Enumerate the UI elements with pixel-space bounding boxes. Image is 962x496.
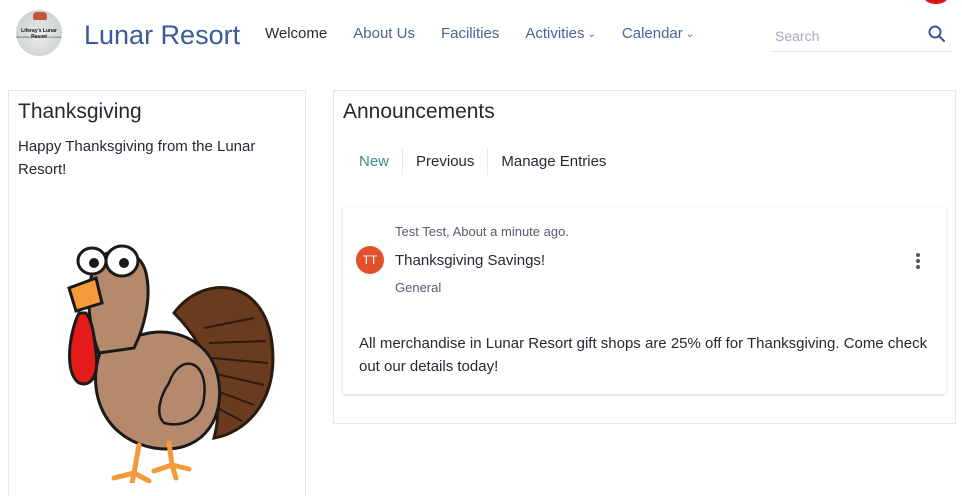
site-logo[interactable]: Liferay's Lunar Resort Everything's bett… (16, 10, 62, 56)
avatar[interactable]: TT (356, 246, 384, 274)
entry-body: All merchandise in Lunar Resort gift sho… (359, 335, 928, 375)
search-icon[interactable] (927, 24, 947, 44)
card-message: Happy Thanksgiving from the Lunar Resort… (18, 138, 256, 178)
search-bar (771, 20, 952, 52)
site-name[interactable]: Lunar Resort (84, 17, 240, 53)
logo-tagline: Everything's better with no gravity (16, 35, 62, 39)
entry-category: General (395, 280, 442, 295)
nav-item-activities[interactable]: Activities ⌄ (512, 21, 609, 47)
nav-item-welcome[interactable]: Welcome (252, 21, 340, 47)
announcement-tabs: New Previous Manage Entries (346, 149, 619, 175)
card-title: Thanksgiving (18, 100, 142, 123)
more-vertical-icon[interactable] (910, 252, 926, 272)
nav-item-label: Activities (525, 25, 585, 42)
announcement-entry: TT Test Test, About a minute ago. Thanks… (343, 207, 946, 394)
search-input[interactable] (775, 24, 921, 48)
nav-item-about-us[interactable]: About Us (340, 21, 428, 47)
entry-title[interactable]: Thanksgiving Savings! (395, 252, 545, 269)
nav-item-label: Welcome (265, 25, 328, 42)
tab-new[interactable]: New (346, 149, 404, 175)
chevron-down-icon: ⌄ (685, 29, 695, 40)
turkey-illustration (67, 244, 275, 483)
nav-item-label: Calendar (621, 25, 683, 42)
nav-item-facilities[interactable]: Facilities (428, 21, 512, 47)
tab-manage-entries[interactable]: Manage Entries (488, 149, 619, 175)
entry-meta: Test Test, About a minute ago. (395, 224, 569, 239)
nav-item-calendar[interactable]: Calendar ⌄ (609, 21, 707, 47)
card-title: Announcements (343, 100, 495, 123)
logo-rocket-icon (33, 12, 47, 20)
tab-previous[interactable]: Previous (403, 149, 489, 175)
nav-item-label: About Us (353, 25, 415, 42)
nav-item-label: Facilities (440, 25, 500, 42)
chevron-down-icon: ⌄ (587, 29, 596, 40)
thanksgiving-card: Thanksgiving Happy Thanksgiving from the… (8, 90, 306, 496)
notification-badge[interactable] (923, 0, 949, 4)
site-header: Liferay's Lunar Resort Everything's bett… (0, 0, 962, 66)
announcements-card: Announcements New Previous Manage Entrie… (333, 90, 956, 424)
main-navigation: Welcome About Us Facilities Activities ⌄ … (252, 21, 707, 47)
